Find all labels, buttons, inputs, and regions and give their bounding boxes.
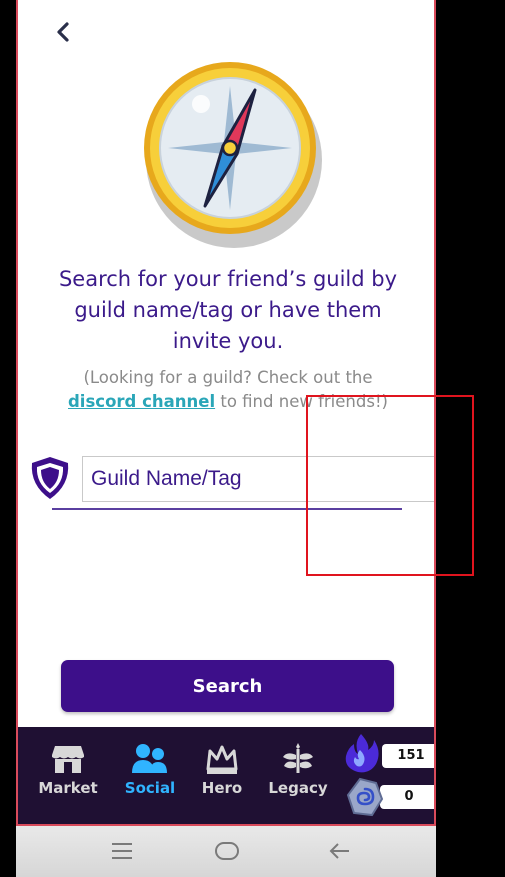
home-icon[interactable] (214, 838, 240, 864)
page-headline: Search for your friend’s guild by guild … (58, 267, 398, 353)
tab-label: Market (38, 779, 98, 797)
crystal-count: 0 (380, 785, 434, 809)
guild-name-input[interactable] (82, 456, 434, 502)
bottom-tab-bar: Market Social Hero Legacy 151 0 (18, 727, 434, 824)
tab-social[interactable]: Social (115, 743, 185, 813)
tab-label: Hero (201, 779, 243, 797)
crystal-icon (346, 777, 384, 817)
back-arrow-icon[interactable] (328, 838, 352, 864)
hint-text-start: (Looking for a guild? Check out the (83, 368, 373, 387)
guild-shield-icon (31, 457, 69, 499)
menu-icon[interactable] (111, 838, 133, 864)
guild-hint: (Looking for a guild? Check out the disc… (58, 366, 398, 414)
people-icon (132, 744, 167, 773)
flame-count: 151 (382, 744, 434, 768)
compass-icon (144, 62, 322, 248)
store-icon (52, 746, 84, 773)
back-button[interactable] (52, 18, 76, 46)
tab-hero[interactable]: Hero (187, 743, 257, 813)
input-underline (52, 508, 402, 510)
hint-text-end: to find new friends!) (220, 392, 388, 411)
laurel-icon (283, 743, 313, 773)
tab-market[interactable]: Market (33, 743, 103, 813)
crystal-currency: 0 (346, 777, 434, 819)
crown-icon (206, 745, 238, 774)
search-button[interactable]: Search (61, 660, 394, 712)
chevron-left-icon (57, 22, 69, 42)
flame-currency: 151 (340, 732, 434, 774)
tab-label: Social (124, 779, 176, 797)
flame-icon (345, 734, 379, 773)
system-nav-bar (16, 826, 436, 877)
discord-channel-link[interactable]: discord channel (68, 392, 215, 411)
app-screen: Search for your friend’s guild by guild … (16, 0, 436, 826)
tab-legacy[interactable]: Legacy (263, 743, 333, 813)
tab-label: Legacy (268, 779, 328, 797)
